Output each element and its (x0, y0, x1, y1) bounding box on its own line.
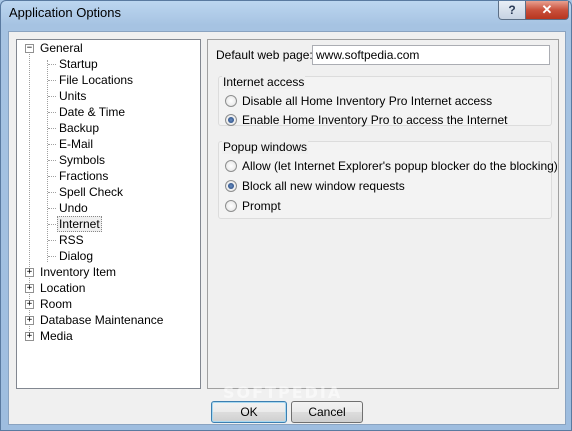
tree-item-symbols[interactable]: Symbols (59, 152, 105, 168)
tree-item-label: Dialog (59, 249, 94, 263)
radio-label: Enable Home Inventory Pro to access the … (242, 113, 508, 127)
window-title: Application Options (9, 5, 122, 20)
expand-icon[interactable]: + (25, 268, 34, 277)
tree-connector (48, 224, 56, 225)
tree-item-undo[interactable]: Undo (59, 200, 88, 216)
expand-icon[interactable]: + (25, 332, 34, 341)
tree-connector (48, 192, 56, 193)
tree-item-label: E-Mail (59, 137, 94, 151)
radio-label: Prompt (242, 199, 281, 213)
ok-button[interactable]: OK (211, 401, 287, 423)
radio-button-icon[interactable] (225, 200, 237, 212)
radio-button-icon[interactable] (225, 114, 237, 126)
radio-prompt-popups[interactable]: Prompt (225, 198, 281, 214)
help-icon: ? (508, 3, 516, 17)
tree-item-inventory-item[interactable]: Inventory Item (40, 264, 116, 280)
radio-label: Disable all Home Inventory Pro Internet … (242, 94, 493, 108)
tree-item-label: Startup (59, 57, 98, 71)
close-button[interactable]: ✕ (525, 1, 569, 20)
dialog-client-area: − General Startup File Locations Units Date… (8, 31, 566, 425)
tree-child-line (47, 60, 48, 262)
tree-connector (48, 64, 56, 65)
tree-connector (48, 112, 56, 113)
expand-icon[interactable]: + (25, 300, 34, 309)
application-options-window: Application Options ? ✕ − General Startu… (0, 0, 572, 431)
internet-access-title: Internet access (222, 75, 306, 89)
tree-item-internet[interactable]: Internet (57, 216, 102, 232)
popup-windows-group: Popup windows Allow (let Internet Explor… (218, 140, 558, 219)
tree-connector (48, 256, 56, 257)
collapse-general-icon[interactable]: − (25, 44, 34, 53)
radio-button-icon[interactable] (225, 160, 237, 172)
tree-item-label: File Locations (59, 73, 134, 87)
radio-disable-internet[interactable]: Disable all Home Inventory Pro Internet … (225, 93, 492, 109)
tree-item-room[interactable]: Room (40, 296, 72, 312)
watermark-text: SOFTPEDIA (223, 383, 343, 402)
tree-item-backup[interactable]: Backup (59, 120, 99, 136)
tree-item-label: Internet (57, 216, 102, 232)
radio-block-popups[interactable]: Block all new window requests (225, 178, 405, 194)
tree-item-file-locations[interactable]: File Locations (59, 72, 133, 88)
tree-item-dialog[interactable]: Dialog (59, 248, 93, 264)
expand-icon[interactable]: + (25, 284, 34, 293)
options-tree[interactable]: − General Startup File Locations Units Date… (16, 39, 201, 389)
tree-item-startup[interactable]: Startup (59, 56, 98, 72)
radio-allow-popups[interactable]: Allow (let Internet Explorer's popup blo… (225, 158, 558, 174)
tree-root-line (29, 52, 30, 341)
tree-item-e-mail[interactable]: E-Mail (59, 136, 93, 152)
tree-item-general[interactable]: General (40, 40, 83, 56)
tree-item-media[interactable]: Media (40, 328, 73, 344)
radio-label: Block all new window requests (242, 179, 405, 193)
radio-button-icon[interactable] (225, 180, 237, 192)
tree-connector (48, 96, 56, 97)
tree-item-label: Units (59, 89, 87, 103)
tree-connector (48, 80, 56, 81)
tree-connector (48, 240, 56, 241)
expand-icon[interactable]: + (25, 316, 34, 325)
tree-item-label: Backup (59, 121, 100, 135)
cancel-button[interactable]: Cancel (291, 401, 363, 423)
tree-item-fractions[interactable]: Fractions (59, 168, 108, 184)
radio-label: Allow (let Internet Explorer's popup blo… (242, 159, 558, 173)
popup-windows-title: Popup windows (222, 140, 309, 154)
help-button[interactable]: ? (498, 1, 526, 20)
tree-connector (48, 144, 56, 145)
internet-access-group: Internet access Disable all Home Invento… (218, 75, 552, 128)
tree-item-label: Symbols (59, 153, 106, 167)
tree-connector (48, 176, 56, 177)
tree-item-label: Fractions (59, 169, 109, 183)
tree-item-label: Undo (59, 201, 88, 215)
tree-item-location[interactable]: Location (40, 280, 85, 296)
default-web-page-label: Default web page: (216, 48, 313, 62)
radio-button-icon[interactable] (225, 95, 237, 107)
tree-item-database-maintenance[interactable]: Database Maintenance (40, 312, 163, 328)
tree-item-rss[interactable]: RSS (59, 232, 84, 248)
radio-enable-internet[interactable]: Enable Home Inventory Pro to access the … (225, 112, 507, 128)
tree-item-label: Date & Time (59, 105, 126, 119)
title-bar[interactable]: Application Options ? ✕ (1, 1, 571, 27)
tree-item-spell-check[interactable]: Spell Check (59, 184, 123, 200)
tree-connector (48, 160, 56, 161)
default-web-page-input[interactable]: www.softpedia.com (312, 45, 550, 65)
tree-item-units[interactable]: Units (59, 88, 86, 104)
tree-item-label: RSS (59, 233, 84, 247)
internet-settings-panel: Default web page: www.softpedia.com Inte… (207, 39, 559, 389)
tree-item-label: Spell Check (59, 185, 124, 199)
tree-item-date-time[interactable]: Date & Time (59, 104, 125, 120)
close-icon: ✕ (541, 2, 553, 17)
tree-connector (48, 208, 56, 209)
tree-connector (48, 128, 56, 129)
